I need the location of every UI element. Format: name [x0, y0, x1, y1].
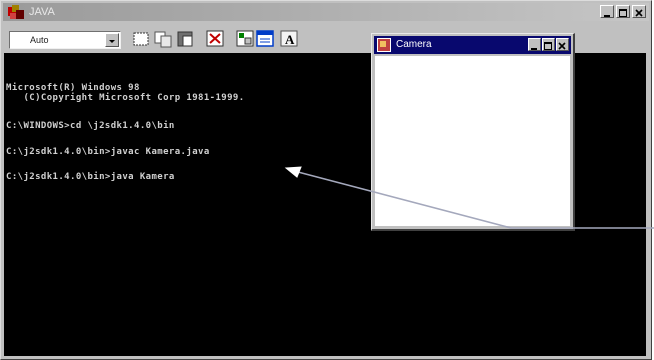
camera-close-button[interactable] [556, 38, 569, 51]
background-button[interactable] [255, 29, 277, 49]
close-button[interactable] [632, 5, 646, 18]
chevron-down-icon[interactable] [105, 33, 119, 47]
maximize-icon [619, 9, 627, 17]
svg-text:A: A [285, 32, 295, 47]
console-line: C:\j2sdk1.4.0\bin>java Kamera [6, 172, 175, 182]
copy-icon [154, 31, 172, 48]
dos-title-bar[interactable]: JAVA [3, 3, 649, 21]
minimize-button[interactable] [600, 5, 614, 18]
camera-maximize-button[interactable] [542, 38, 555, 51]
minimize-icon [604, 15, 610, 17]
console-line: (C)Copyright Microsoft Corp 1981-1999. [6, 93, 245, 103]
full-screen-icon [206, 30, 224, 47]
paste-icon [177, 31, 193, 47]
dos-window-title: JAVA [29, 6, 55, 18]
close-icon [635, 9, 643, 17]
camera-canvas[interactable] [375, 56, 570, 226]
background-icon [256, 30, 274, 47]
ms-dos-icon[interactable] [8, 5, 24, 19]
properties-icon [236, 30, 254, 47]
camera-window-title: Camera [396, 39, 432, 50]
font-icon: A [280, 30, 298, 47]
maximize-icon [544, 42, 552, 50]
properties-button[interactable] [235, 29, 257, 49]
java-app-icon [377, 38, 391, 52]
font-button[interactable]: A [279, 29, 301, 49]
full-screen-button[interactable] [205, 29, 227, 49]
maximize-button[interactable] [616, 5, 630, 18]
camera-minimize-button[interactable] [528, 38, 541, 51]
mark-button[interactable] [131, 29, 153, 49]
camera-title-bar[interactable]: Camera [374, 36, 571, 54]
mark-icon [133, 32, 149, 46]
font-size-value: Auto [30, 35, 49, 45]
paste-button[interactable] [175, 29, 197, 49]
console-line: C:\WINDOWS>cd \j2sdk1.4.0\bin [6, 121, 175, 131]
minimize-icon [531, 48, 537, 50]
copy-button[interactable] [153, 29, 175, 49]
camera-window[interactable]: Camera [371, 33, 575, 231]
close-icon [558, 42, 566, 50]
font-size-select[interactable]: Auto [9, 31, 121, 49]
console-line: C:\j2sdk1.4.0\bin>javac Kamera.java [6, 147, 210, 157]
